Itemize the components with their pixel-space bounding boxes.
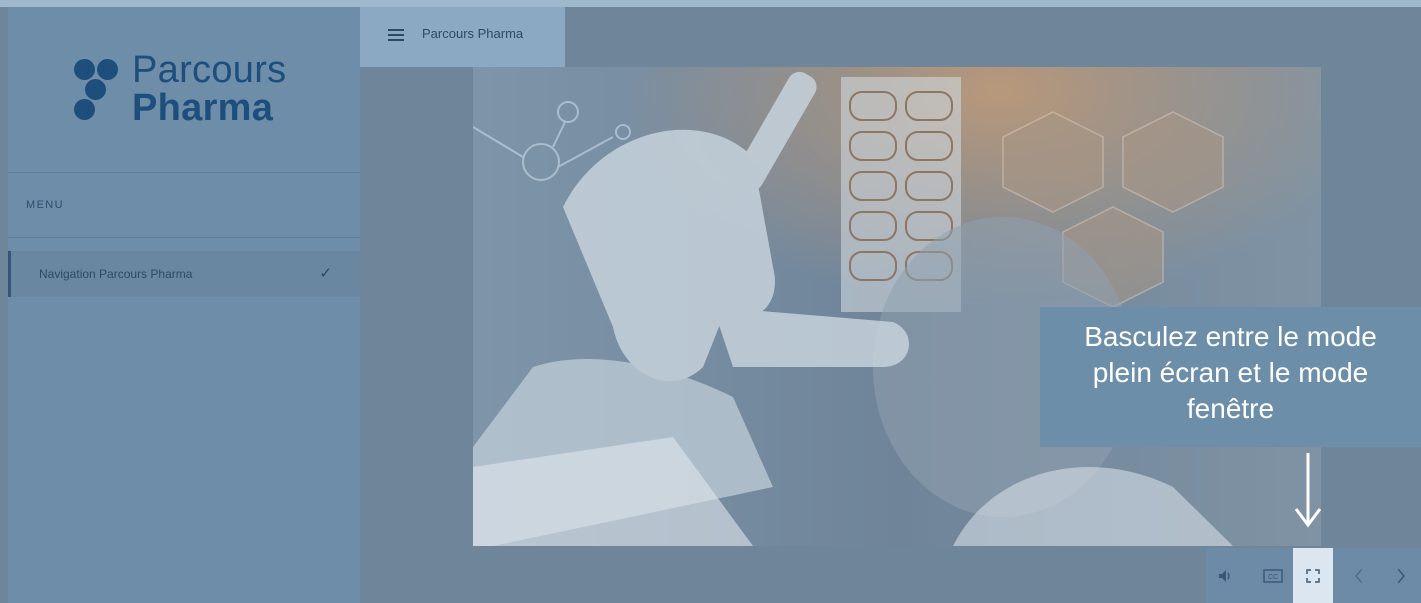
fullscreen-icon [1306,568,1320,583]
tooltip-line: fenêtre [1186,393,1275,424]
checkmark-icon: ✓ [319,265,332,282]
sidebar: Parcours Pharma MENU Navigation Parcours… [8,7,360,603]
closed-captions-icon: CC [1263,568,1283,583]
brand-name-line1: Parcours [132,49,287,91]
sidebar-divider [8,237,360,238]
logo-dots-icon [74,53,124,123]
player-controls: CC [1206,548,1421,603]
course-title-tab[interactable]: Parcours Pharma [360,7,565,67]
svg-text:CC: CC [1268,574,1278,581]
fullscreen-button[interactable] [1293,548,1333,603]
closed-captions-button[interactable]: CC [1253,548,1293,603]
sidebar-item-label: Navigation Parcours Pharma [39,267,193,281]
menu-label: MENU [26,199,64,211]
top-strip [0,0,1421,7]
volume-icon [1219,569,1230,582]
next-button[interactable] [1381,548,1421,603]
previous-button[interactable] [1339,548,1379,603]
tooltip-line: Basculez entre le mode [1084,321,1377,352]
down-arrow-icon [1294,453,1322,528]
volume-button[interactable] [1206,548,1246,603]
previous-icon [1355,568,1363,583]
brand-logo: Parcours Pharma [74,49,334,133]
brand-name-line2: Pharma [132,87,274,129]
next-icon [1397,568,1405,583]
hamburger-menu-icon[interactable] [388,29,404,41]
tooltip-line: plein écran et le mode [1092,357,1369,388]
course-title: Parcours Pharma [422,26,524,41]
sidebar-item-navigation[interactable]: Navigation Parcours Pharma ✓ [8,251,360,297]
fullscreen-tooltip: Basculez entre le mode plein écran et le… [1040,307,1421,447]
sidebar-divider [8,172,360,173]
